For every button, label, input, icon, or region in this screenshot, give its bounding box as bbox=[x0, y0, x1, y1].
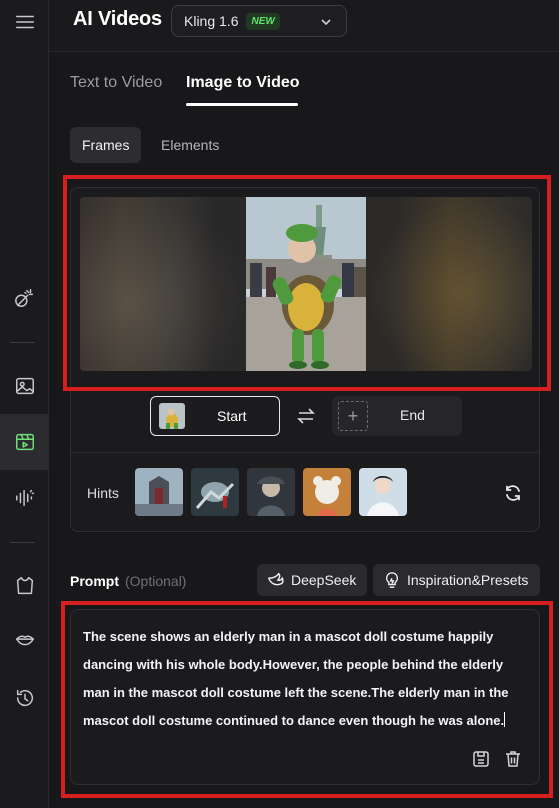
menu-icon[interactable] bbox=[0, 2, 49, 42]
history-icon[interactable] bbox=[0, 678, 49, 718]
lips-icon[interactable] bbox=[0, 620, 49, 660]
main-panel: AI Videos Kling 1.6 NEW Text to Video Im… bbox=[49, 0, 559, 808]
inspiration-presets-button[interactable]: Inspiration&Presets bbox=[373, 564, 540, 596]
prompt-optional-label: (Optional) bbox=[125, 573, 187, 589]
hints-divider bbox=[71, 452, 539, 453]
end-frame-button[interactable]: + End bbox=[332, 396, 462, 436]
prompt-header: Prompt (Optional) bbox=[70, 573, 186, 589]
audio-waveform-icon[interactable] bbox=[0, 478, 49, 518]
frames-panel: Start + End Hints bbox=[70, 187, 540, 532]
lightbulb-icon bbox=[386, 572, 398, 588]
top-bar: AI Videos Kling 1.6 NEW bbox=[49, 0, 559, 52]
start-frame-label: Start bbox=[217, 408, 247, 424]
shirt-icon[interactable] bbox=[0, 566, 49, 606]
rail-divider bbox=[10, 342, 35, 343]
subtab-frames[interactable]: Frames bbox=[70, 127, 142, 163]
text-caret bbox=[504, 712, 506, 727]
frame-selector: Start + End bbox=[150, 396, 462, 436]
subtab-elements[interactable]: Elements bbox=[149, 127, 231, 163]
hint-thumbnail[interactable] bbox=[303, 468, 351, 516]
hint-thumbnail[interactable] bbox=[135, 468, 183, 516]
hints-label: Hints bbox=[87, 485, 119, 501]
preview-blur-right bbox=[366, 197, 532, 371]
model-select[interactable]: Kling 1.6 NEW bbox=[171, 5, 347, 37]
prompt-text: The scene shows an elderly man in a masc… bbox=[83, 629, 509, 728]
deepseek-whale-icon bbox=[267, 572, 284, 586]
active-tab-indicator bbox=[186, 103, 298, 106]
rail-divider bbox=[10, 542, 35, 543]
prompt-title: Prompt bbox=[70, 573, 119, 589]
start-frame-thumbnail bbox=[159, 403, 185, 429]
add-end-frame-icon: + bbox=[338, 401, 368, 431]
tab-text-to-video[interactable]: Text to Video bbox=[70, 74, 162, 92]
image-icon[interactable] bbox=[0, 366, 49, 406]
page-title: AI Videos bbox=[73, 8, 162, 30]
image-preview[interactable] bbox=[80, 197, 532, 371]
end-frame-label: End bbox=[400, 407, 425, 423]
preview-blur-left bbox=[80, 197, 246, 371]
deepseek-label: DeepSeek bbox=[291, 572, 357, 588]
magic-wand-icon[interactable] bbox=[0, 278, 49, 318]
save-prompt-icon[interactable] bbox=[471, 749, 491, 769]
prompt-textarea[interactable]: The scene shows an elderly man in a masc… bbox=[70, 609, 540, 785]
hint-thumbnail[interactable] bbox=[247, 468, 295, 516]
video-icon[interactable] bbox=[0, 414, 49, 470]
model-name: Kling 1.6 bbox=[184, 13, 239, 29]
deepseek-button[interactable]: DeepSeek bbox=[257, 564, 367, 596]
chevron-down-icon bbox=[320, 15, 332, 27]
prompt-text-wrap: The scene shows an elderly man in a masc… bbox=[83, 623, 531, 735]
tab-image-to-video[interactable]: Image to Video bbox=[186, 74, 300, 92]
hint-thumbnail[interactable] bbox=[359, 468, 407, 516]
hint-thumbnail[interactable] bbox=[191, 468, 239, 516]
refresh-hints-icon[interactable] bbox=[503, 483, 523, 503]
uploaded-image bbox=[246, 197, 366, 371]
delete-prompt-icon[interactable] bbox=[503, 749, 523, 769]
left-rail bbox=[0, 0, 49, 808]
new-badge: NEW bbox=[246, 12, 280, 30]
inspiration-presets-label: Inspiration&Presets bbox=[407, 572, 529, 588]
start-frame-button[interactable]: Start bbox=[150, 396, 280, 436]
swap-frames-icon[interactable] bbox=[296, 406, 316, 426]
